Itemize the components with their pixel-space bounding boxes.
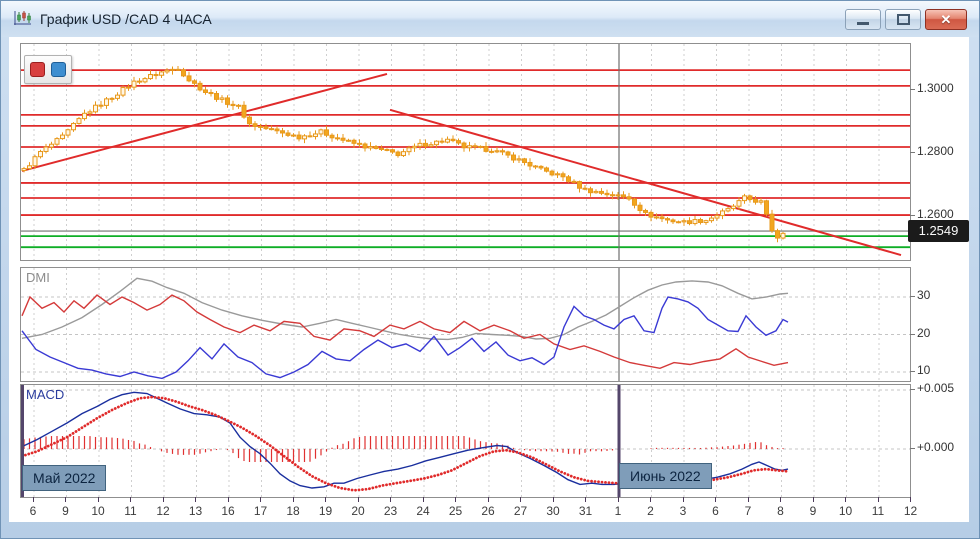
dmi-axis-tick xyxy=(910,334,915,335)
dmi-axis-label: 20 xyxy=(917,326,930,340)
maximize-button[interactable] xyxy=(885,9,921,30)
blue-marker-button[interactable] xyxy=(51,62,66,77)
minimize-button[interactable] xyxy=(845,9,881,30)
day-tick xyxy=(553,497,554,502)
day-tick xyxy=(650,497,651,502)
marker-toolbar xyxy=(24,55,72,84)
close-button[interactable]: ✕ xyxy=(925,9,967,30)
current-price-tag: 1.2549 xyxy=(908,220,969,242)
macd-label: MACD xyxy=(26,387,64,402)
day-tick xyxy=(325,497,326,502)
day-label: 7 xyxy=(736,504,760,518)
app-icon xyxy=(13,10,33,28)
close-icon: ✕ xyxy=(941,12,952,28)
day-label: 27 xyxy=(509,504,533,518)
day-tick xyxy=(260,497,261,502)
day-label: 18 xyxy=(281,504,305,518)
day-tick xyxy=(683,497,684,502)
month-label-june: Июнь 2022 xyxy=(619,463,712,489)
day-label: 9 xyxy=(801,504,825,518)
macd-axis-label: +0.005 xyxy=(917,381,954,395)
day-label: 24 xyxy=(411,504,435,518)
day-label: 10 xyxy=(86,504,110,518)
price-axis-tick xyxy=(910,152,915,153)
day-label: 2 xyxy=(639,504,663,518)
maximize-icon xyxy=(897,14,910,25)
dmi-axis-label: 10 xyxy=(917,363,930,377)
dmi-axis-label: 30 xyxy=(917,288,930,302)
macd-axis-tick xyxy=(910,448,915,449)
day-tick xyxy=(618,497,619,502)
day-tick xyxy=(33,497,34,502)
day-tick xyxy=(358,497,359,502)
macd-axis-label: +0.000 xyxy=(917,440,954,454)
day-tick xyxy=(845,497,846,502)
price-axis-label: 1.2800 xyxy=(917,144,954,158)
day-label: 11 xyxy=(119,504,143,518)
day-label: 6 xyxy=(21,504,45,518)
day-tick xyxy=(455,497,456,502)
price-axis-label: 1.2600 xyxy=(917,207,954,221)
dmi-axis-tick xyxy=(910,296,915,297)
day-label: 31 xyxy=(574,504,598,518)
day-tick xyxy=(813,497,814,502)
chart-window: График USD /CAD 4 ЧАСА ✕ DMI MACD Май 20… xyxy=(0,0,980,539)
month-label-may: Май 2022 xyxy=(22,465,106,491)
day-tick xyxy=(293,497,294,502)
day-label: 12 xyxy=(151,504,175,518)
day-label: 19 xyxy=(314,504,338,518)
day-label: 9 xyxy=(54,504,78,518)
minimize-icon xyxy=(857,22,869,25)
main-price-chart[interactable] xyxy=(20,43,911,261)
day-label: 11 xyxy=(866,504,890,518)
price-axis-label: 1.3000 xyxy=(917,81,954,95)
day-tick xyxy=(488,497,489,502)
dmi-indicator-panel[interactable] xyxy=(20,267,911,382)
day-tick xyxy=(520,497,521,502)
day-label: 13 xyxy=(184,504,208,518)
day-tick xyxy=(65,497,66,502)
day-tick xyxy=(98,497,99,502)
day-tick xyxy=(715,497,716,502)
day-label: 25 xyxy=(444,504,468,518)
day-label: 17 xyxy=(249,504,273,518)
day-tick xyxy=(780,497,781,502)
day-label: 16 xyxy=(216,504,240,518)
day-tick xyxy=(748,497,749,502)
day-tick xyxy=(163,497,164,502)
dmi-label: DMI xyxy=(26,270,50,285)
macd-indicator-panel[interactable] xyxy=(20,384,911,498)
day-tick xyxy=(878,497,879,502)
day-label: 3 xyxy=(671,504,695,518)
price-axis-tick xyxy=(910,89,915,90)
window-controls: ✕ xyxy=(845,9,967,30)
window-title: График USD /CAD 4 ЧАСА xyxy=(40,11,212,27)
day-label: 20 xyxy=(346,504,370,518)
day-tick xyxy=(195,497,196,502)
day-label: 6 xyxy=(704,504,728,518)
day-tick xyxy=(423,497,424,502)
day-label: 26 xyxy=(476,504,500,518)
day-label: 12 xyxy=(899,504,923,518)
day-tick xyxy=(390,497,391,502)
day-label: 23 xyxy=(379,504,403,518)
red-marker-button[interactable] xyxy=(30,62,45,77)
day-tick xyxy=(910,497,911,502)
dmi-axis-tick xyxy=(910,371,915,372)
day-tick xyxy=(228,497,229,502)
day-label: 10 xyxy=(834,504,858,518)
day-label: 30 xyxy=(541,504,565,518)
titlebar[interactable]: График USD /CAD 4 ЧАСА xyxy=(1,1,979,37)
day-tick xyxy=(130,497,131,502)
day-label: 8 xyxy=(769,504,793,518)
day-tick xyxy=(585,497,586,502)
day-label: 1 xyxy=(606,504,630,518)
price-axis-tick xyxy=(910,215,915,216)
macd-axis-tick xyxy=(910,389,915,390)
